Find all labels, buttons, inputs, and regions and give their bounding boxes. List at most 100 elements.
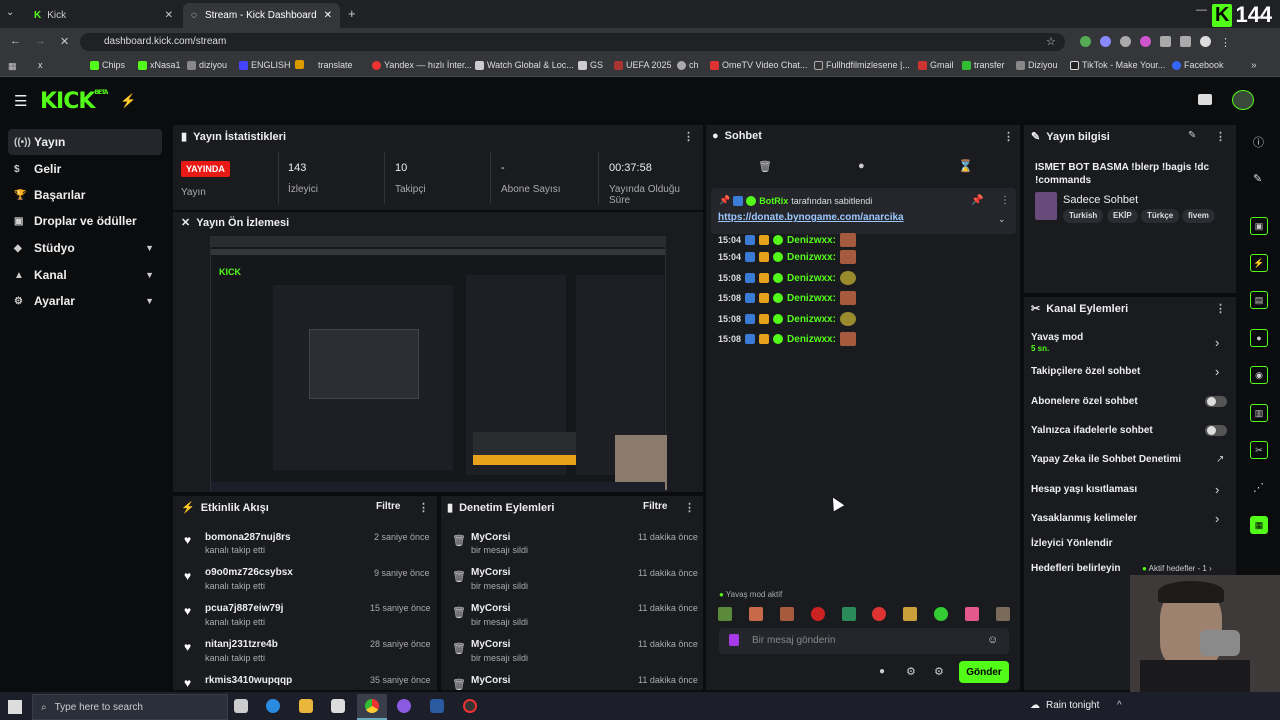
sidebar-item-yayin[interactable]: ((•)) Yayın bbox=[8, 129, 162, 155]
emote-icon[interactable] bbox=[965, 607, 979, 621]
edit-icon[interactable]: ✎ bbox=[1188, 130, 1196, 141]
avatar[interactable] bbox=[1232, 90, 1254, 110]
new-tab-icon[interactable]: + bbox=[348, 6, 356, 21]
activity-name[interactable]: pcua7j887eiw79j bbox=[205, 603, 283, 614]
kick-logo[interactable]: KICKBETA bbox=[40, 89, 108, 114]
chrome-taskbar-item[interactable] bbox=[357, 694, 387, 720]
puzzle-icon[interactable] bbox=[1160, 36, 1171, 47]
app-icon[interactable] bbox=[397, 699, 411, 713]
back-icon[interactable]: ← bbox=[10, 35, 21, 47]
category-thumbnail[interactable] bbox=[1035, 192, 1057, 220]
file-explorer-icon[interactable] bbox=[299, 699, 313, 713]
message-icon[interactable]: ● bbox=[858, 160, 865, 172]
info-icon[interactable]: ⓘ bbox=[1253, 134, 1264, 150]
rail-bolt-icon[interactable]: ⚡ bbox=[1250, 254, 1268, 272]
pinned-link[interactable]: https://donate.bynogame.com/anarcika bbox=[718, 212, 904, 223]
tag-chip[interactable]: Turkish bbox=[1063, 209, 1104, 223]
emote-icon[interactable] bbox=[934, 607, 949, 621]
rail-crop-icon[interactable]: ▣ bbox=[1250, 217, 1268, 235]
apps-grid-icon[interactable]: ▦ bbox=[8, 61, 17, 72]
more-options-icon[interactable]: ⋮ bbox=[683, 130, 694, 143]
sidebar-item-kanal[interactable]: ▲ Kanal ▼ bbox=[8, 262, 162, 288]
bookmark-yandex[interactable]: Yandex — hızlı İnter... bbox=[372, 60, 472, 70]
bookmark-english[interactable]: ENGLISH bbox=[239, 60, 291, 70]
subs-only-item[interactable]: Abonelere özel sohbet bbox=[1031, 396, 1138, 407]
steam-icon[interactable] bbox=[430, 699, 444, 713]
url-field[interactable]: dashboard.kick.com/stream bbox=[80, 33, 1065, 51]
hamburger-menu-icon[interactable]: ☰ bbox=[14, 92, 27, 110]
bookmark-fullhd[interactable]: Fullhdfilmizlesene |... bbox=[814, 60, 910, 70]
bookmark-ometv[interactable]: OmeTV Video Chat... bbox=[710, 60, 807, 70]
moderation-filter-button[interactable]: Filtre bbox=[643, 501, 667, 512]
clapper-icon[interactable]: ▦ bbox=[1250, 516, 1268, 534]
rail-chat-icon[interactable]: ● bbox=[1250, 329, 1268, 347]
moderation-name[interactable]: MyCorsi bbox=[471, 532, 510, 543]
emoji-icon[interactable]: ☺ bbox=[987, 634, 998, 646]
more-options-icon[interactable]: ⋮ bbox=[1215, 130, 1226, 143]
account-age-item[interactable]: Hesap yaşı kısıtlaması bbox=[1031, 484, 1137, 495]
windows-start-icon[interactable] bbox=[8, 700, 22, 714]
chevron-right-icon[interactable]: › bbox=[1215, 482, 1219, 497]
forward-icon[interactable]: → bbox=[35, 35, 46, 47]
menu-dots-icon[interactable]: ⋮ bbox=[1220, 36, 1231, 49]
send-button[interactable]: Gönder bbox=[959, 661, 1009, 683]
bookmark-translate[interactable]: translate bbox=[318, 60, 353, 70]
sidebar-item-studyo[interactable]: ◆ Stüdyo ▼ bbox=[8, 235, 162, 261]
gear-icon[interactable]: ⚙ bbox=[906, 665, 916, 678]
media-icon[interactable] bbox=[1180, 36, 1191, 47]
stop-icon[interactable]: ✕ bbox=[60, 35, 69, 48]
tag-chip[interactable]: EKİP bbox=[1107, 209, 1138, 223]
chat-bubble-icon[interactable]: ● bbox=[879, 666, 885, 677]
followers-only-item[interactable]: Takipçilere özel sohbet bbox=[1031, 366, 1140, 377]
tab-dashboard[interactable]: ◌ Stream - Kick Dashboard ✕ bbox=[183, 3, 340, 28]
rail-stack-icon[interactable]: ▥ bbox=[1250, 404, 1268, 422]
pencil-icon[interactable]: ✎ bbox=[1253, 172, 1262, 185]
emote-icon[interactable] bbox=[748, 607, 763, 621]
sidebar-item-droplar[interactable]: ▣ Droplar ve ödüller bbox=[8, 208, 162, 234]
more-options-icon[interactable]: ⋮ bbox=[418, 501, 429, 514]
tag-chip[interactable]: Türkçe bbox=[1141, 209, 1180, 223]
bookmark-diziyou[interactable]: diziyou bbox=[187, 60, 227, 70]
activity-name[interactable]: rkmis3410wupqqp bbox=[205, 675, 292, 686]
extension-icon[interactable] bbox=[1100, 36, 1111, 47]
emote-only-toggle[interactable] bbox=[1205, 425, 1227, 436]
bookmark-uefa[interactable]: UEFA 2025 bbox=[614, 60, 672, 70]
bookmark-r[interactable] bbox=[295, 60, 304, 69]
chevron-down-icon[interactable]: ⌄ bbox=[998, 214, 1006, 225]
redirect-viewers-item[interactable]: İzleyici Yönlendir bbox=[1031, 538, 1113, 549]
settings-cog-icon[interactable]: ⚙ bbox=[934, 665, 944, 678]
extension-icon[interactable] bbox=[1140, 36, 1151, 47]
more-options-icon[interactable]: ⋮ bbox=[684, 501, 695, 514]
moderation-name[interactable]: MyCorsi bbox=[471, 675, 510, 686]
moderation-name[interactable]: MyCorsi bbox=[471, 639, 510, 650]
bookmark-watch[interactable]: Watch Global & Loc... bbox=[475, 60, 574, 70]
ai-moderation-item[interactable]: Yapay Zeka ile Sohbet Denetimi bbox=[1031, 454, 1181, 465]
bookmark-xnasa[interactable]: xNasa1 bbox=[138, 60, 181, 70]
emote-icon[interactable] bbox=[872, 607, 887, 621]
chevron-right-icon[interactable]: › bbox=[1215, 335, 1219, 350]
more-options-icon[interactable]: ⋮ bbox=[1215, 302, 1226, 315]
bookmark-ch[interactable]: ch bbox=[677, 60, 699, 70]
sidebar-item-gelir[interactable]: $ Gelir bbox=[8, 156, 162, 182]
chevron-right-icon[interactable]: › bbox=[1215, 511, 1219, 526]
hourglass-icon[interactable]: ⌛ bbox=[958, 159, 973, 173]
taskbar-search[interactable]: ⌕ Type here to search bbox=[32, 694, 228, 720]
category-name[interactable]: Sadece Sohbet bbox=[1063, 194, 1138, 206]
bookmark-gmail[interactable]: Gmail bbox=[918, 60, 954, 70]
tag-chip[interactable]: fivem bbox=[1182, 209, 1215, 223]
emote-only-item[interactable]: Yalnızca ifadelerle sohbet bbox=[1031, 425, 1153, 436]
emote-icon[interactable] bbox=[718, 607, 732, 621]
display-icon[interactable] bbox=[1198, 94, 1212, 105]
share-icon[interactable]: ⋰ bbox=[1253, 481, 1264, 494]
bookmark-gs[interactable]: GS bbox=[578, 60, 603, 70]
bookmark-facebook[interactable]: Facebook bbox=[1172, 60, 1224, 70]
extension-icon[interactable] bbox=[1120, 36, 1131, 47]
slow-mode-item[interactable]: Yavaş mod bbox=[1031, 332, 1083, 343]
pin-icon[interactable]: ⚡ bbox=[120, 93, 136, 109]
profile-icon[interactable] bbox=[1200, 36, 1211, 47]
more-options-icon[interactable]: ⋮ bbox=[1003, 130, 1014, 143]
emote-icon[interactable] bbox=[810, 607, 825, 621]
moderation-name[interactable]: MyCorsi bbox=[471, 567, 510, 578]
store-icon[interactable] bbox=[331, 699, 345, 713]
rail-wrench-icon[interactable]: ✂ bbox=[1250, 441, 1268, 459]
